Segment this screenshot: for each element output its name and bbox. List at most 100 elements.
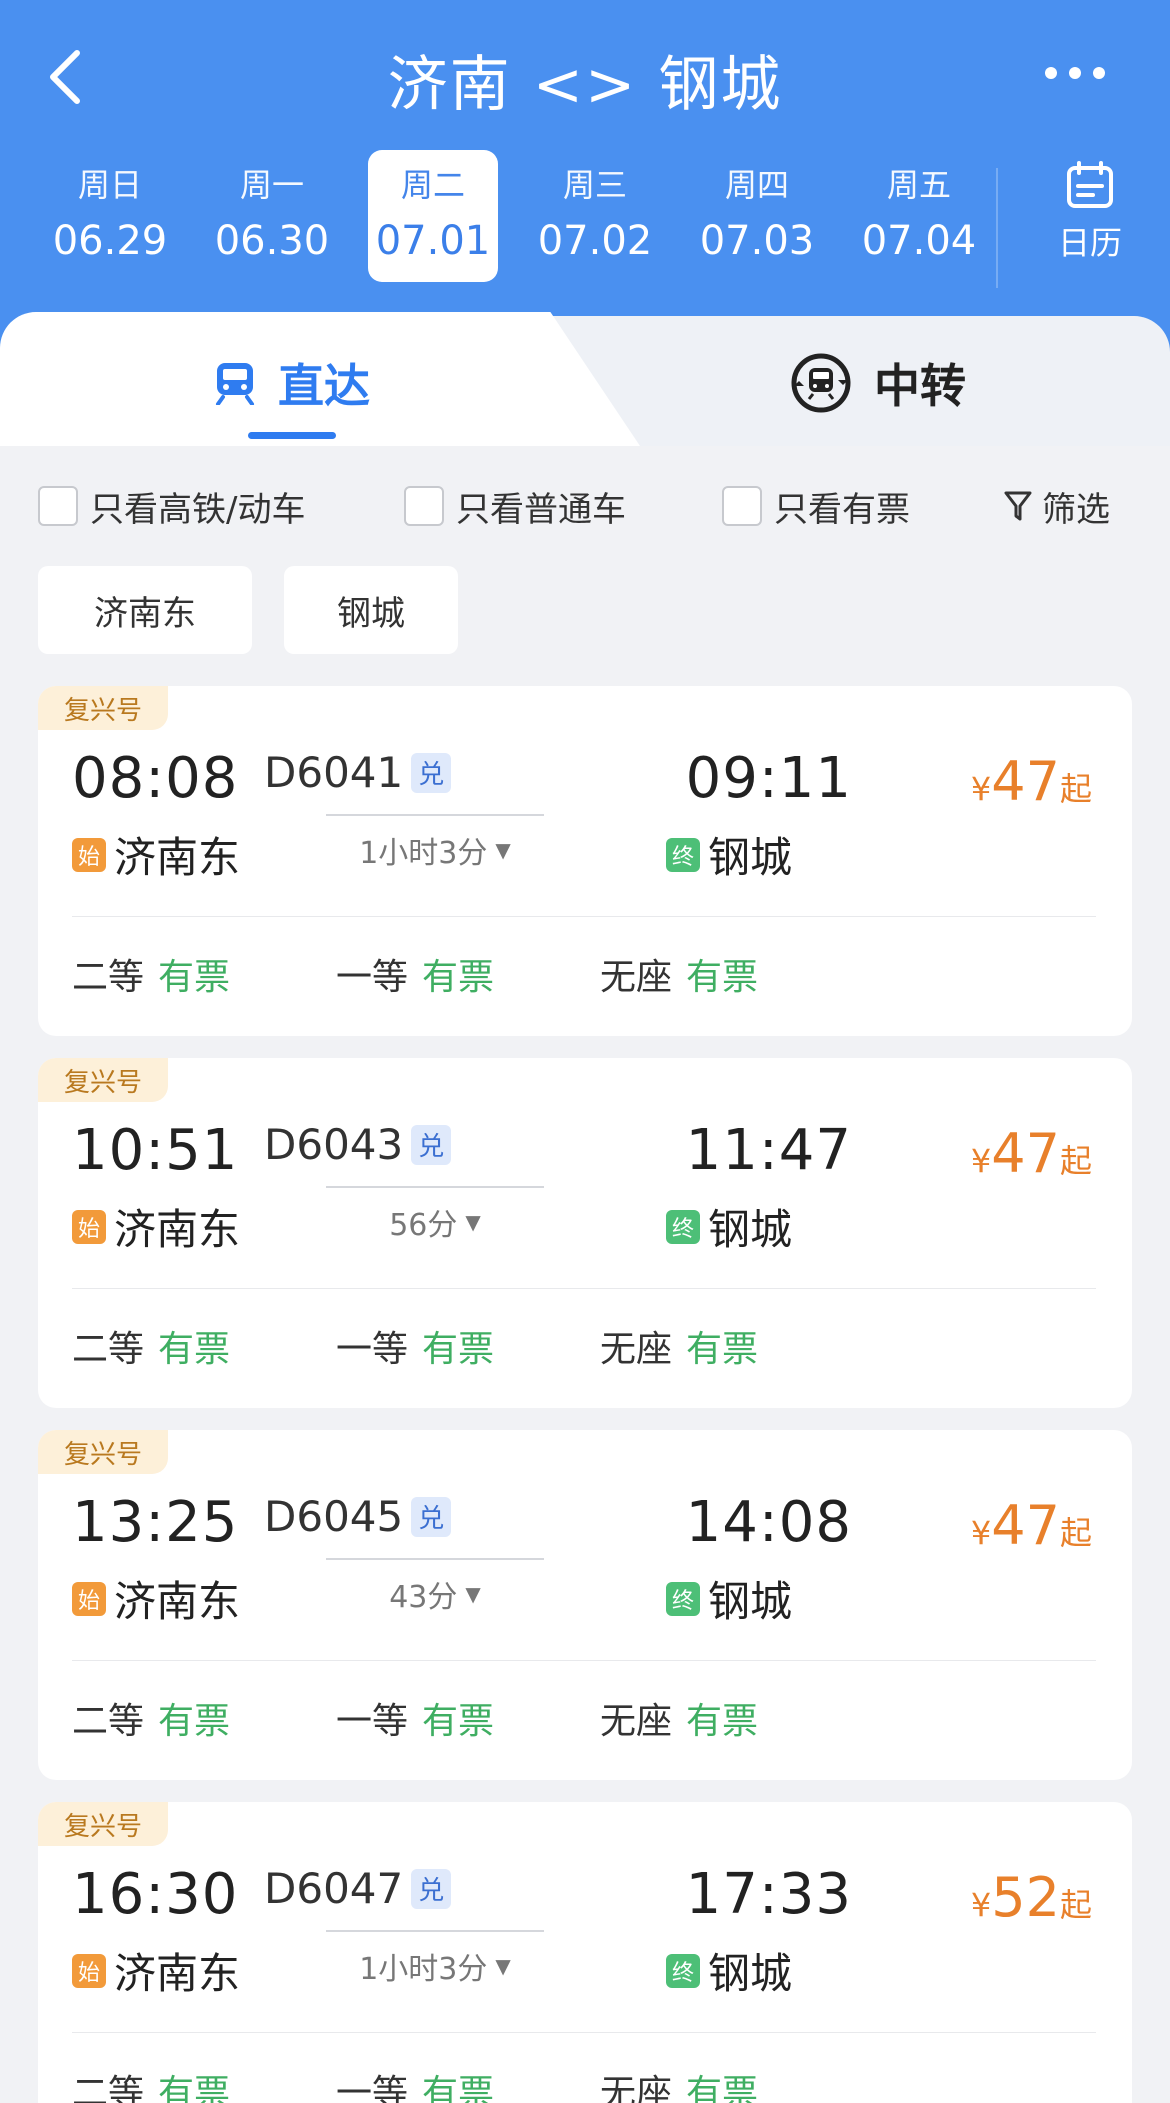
regular-only-checkbox[interactable]: 只看普通车 bbox=[404, 476, 626, 536]
seat-no-seat: 无座 有票 bbox=[600, 1329, 759, 1370]
redeem-tag: 兑 bbox=[411, 1124, 452, 1165]
checkbox-box[interactable] bbox=[38, 486, 78, 526]
duration-toggle[interactable]: 1小时3分 ▼ bbox=[326, 1944, 544, 1988]
arrival-station: 终 钢城 bbox=[666, 1940, 792, 2001]
duration-toggle[interactable]: 56分 ▼ bbox=[326, 1200, 544, 1244]
seat-no-seat: 无座 有票 bbox=[600, 2073, 759, 2103]
calendar-icon bbox=[1067, 161, 1113, 208]
departure-station: 始 济南东 bbox=[72, 1568, 240, 1629]
departure-station: 始 济南东 bbox=[72, 1196, 240, 1257]
seat-second-class: 二等 有票 bbox=[72, 1701, 231, 1742]
route-line bbox=[326, 1186, 544, 1188]
seat-second-class: 二等 有票 bbox=[72, 2073, 231, 2103]
caret-down-icon: ▼ bbox=[495, 1954, 511, 1978]
price: ¥ 47 起 bbox=[970, 1494, 1092, 1557]
header: 济南 <> 钢城 周日 06.29 周一 06.30 周二 07.01 周三 0… bbox=[0, 0, 1170, 360]
date-item[interactable]: 周四 07.03 bbox=[692, 150, 822, 282]
arrival-time: 14:08 bbox=[685, 1490, 852, 1555]
checkbox-box[interactable] bbox=[404, 486, 444, 526]
seat-first-class: 一等 有票 bbox=[336, 2073, 495, 2103]
departure-time: 13:25 bbox=[72, 1490, 239, 1555]
redeem-tag: 兑 bbox=[411, 752, 452, 793]
caret-down-icon: ▼ bbox=[495, 838, 511, 862]
seat-first-class: 一等 有票 bbox=[336, 1701, 495, 1742]
funnel-icon bbox=[1004, 490, 1032, 522]
train-number: D6043 兑 bbox=[264, 1120, 452, 1169]
date-divider bbox=[996, 168, 998, 288]
start-tag: 始 bbox=[72, 1581, 106, 1616]
checkbox-box[interactable] bbox=[722, 486, 762, 526]
train-card[interactable]: 复兴号 10:51 始 济南东 D6043 兑 56分 ▼ 11:47 终 钢城… bbox=[38, 1058, 1132, 1408]
end-tag: 终 bbox=[666, 837, 700, 872]
price: ¥ 52 起 bbox=[970, 1866, 1092, 1929]
end-tag: 终 bbox=[666, 1209, 700, 1244]
train-card[interactable]: 复兴号 08:08 始 济南东 D6041 兑 1小时3分 ▼ 09:11 终 … bbox=[38, 686, 1132, 1036]
price: ¥ 47 起 bbox=[970, 750, 1092, 813]
divider bbox=[72, 1660, 1096, 1661]
station-chip-jinandong[interactable]: 济南东 bbox=[38, 566, 252, 654]
start-tag: 始 bbox=[72, 1953, 106, 1988]
train-number: D6047 兑 bbox=[264, 1864, 452, 1913]
train-type-badge: 复兴号 bbox=[38, 1802, 168, 1846]
arrival-station: 终 钢城 bbox=[666, 824, 792, 885]
end-tag: 终 bbox=[666, 1581, 700, 1616]
station-chip-gangcheng[interactable]: 钢城 bbox=[284, 566, 458, 654]
duration-toggle[interactable]: 43分 ▼ bbox=[326, 1572, 544, 1616]
calendar-button[interactable]: 日历 bbox=[1040, 160, 1140, 270]
seat-first-class: 一等 有票 bbox=[336, 1329, 495, 1370]
caret-down-icon: ▼ bbox=[465, 1582, 481, 1606]
route-line bbox=[326, 1558, 544, 1560]
train-icon bbox=[214, 361, 256, 405]
train-card[interactable]: 复兴号 16:30 始 济南东 D6047 兑 1小时3分 ▼ 17:33 终 … bbox=[38, 1802, 1132, 2103]
filter-bar: 只看高铁/动车 只看普通车 只看有票 bbox=[0, 476, 1170, 536]
arrival-station: 终 钢城 bbox=[666, 1568, 792, 1629]
available-only-checkbox[interactable]: 只看有票 bbox=[722, 476, 910, 536]
arrival-station: 终 钢城 bbox=[666, 1196, 792, 1257]
end-tag: 终 bbox=[666, 1953, 700, 1988]
date-item-selected[interactable]: 周二 07.01 bbox=[368, 150, 498, 282]
route-line bbox=[326, 1930, 544, 1932]
seat-no-seat: 无座 有票 bbox=[600, 1701, 759, 1742]
transfer-train-icon bbox=[790, 352, 852, 414]
seat-second-class: 二等 有票 bbox=[72, 1329, 231, 1370]
duration-toggle[interactable]: 1小时3分 ▼ bbox=[326, 828, 544, 872]
start-tag: 始 bbox=[72, 837, 106, 872]
route-line bbox=[326, 814, 544, 816]
tab-direct[interactable]: 直达 bbox=[214, 348, 370, 418]
train-number: D6041 兑 bbox=[264, 748, 452, 797]
price: ¥ 47 起 bbox=[970, 1122, 1092, 1185]
train-card[interactable]: 复兴号 13:25 始 济南东 D6045 兑 43分 ▼ 14:08 终 钢城… bbox=[38, 1430, 1132, 1780]
departure-time: 08:08 bbox=[72, 746, 239, 811]
divider bbox=[72, 1288, 1096, 1289]
page-title: 济南 <> 钢城 bbox=[387, 50, 783, 120]
start-tag: 始 bbox=[72, 1209, 106, 1244]
seat-second-class: 二等 有票 bbox=[72, 957, 231, 998]
redeem-tag: 兑 bbox=[411, 1868, 452, 1909]
seat-first-class: 一等 有票 bbox=[336, 957, 495, 998]
departure-time: 10:51 bbox=[72, 1118, 239, 1183]
departure-station: 始 济南东 bbox=[72, 1940, 240, 2001]
redeem-tag: 兑 bbox=[411, 1496, 452, 1537]
date-item[interactable]: 周一 06.30 bbox=[207, 150, 337, 282]
train-type-badge: 复兴号 bbox=[38, 1430, 168, 1474]
tab-transfer[interactable]: 中转 bbox=[790, 348, 966, 418]
more-button[interactable] bbox=[1040, 58, 1110, 88]
caret-down-icon: ▼ bbox=[465, 1210, 481, 1234]
train-type-badge: 复兴号 bbox=[38, 1058, 168, 1102]
tab-underline bbox=[248, 432, 336, 439]
date-item[interactable]: 周日 06.29 bbox=[45, 150, 175, 282]
divider bbox=[72, 916, 1096, 917]
arrival-time: 17:33 bbox=[685, 1862, 852, 1927]
train-type-badge: 复兴号 bbox=[38, 686, 168, 730]
train-number: D6045 兑 bbox=[264, 1492, 452, 1541]
divider bbox=[72, 2032, 1096, 2033]
more-dots-icon bbox=[1045, 67, 1105, 79]
seat-no-seat: 无座 有票 bbox=[600, 957, 759, 998]
date-item[interactable]: 周五 07.04 bbox=[854, 150, 984, 282]
date-selector: 周日 06.29 周一 06.30 周二 07.01 周三 07.02 周四 0… bbox=[0, 150, 1170, 282]
filter-button[interactable]: 筛选 bbox=[1004, 476, 1110, 536]
high-speed-only-checkbox[interactable]: 只看高铁/动车 bbox=[38, 476, 305, 536]
arrival-time: 09:11 bbox=[685, 746, 852, 811]
departure-time: 16:30 bbox=[72, 1862, 239, 1927]
date-item[interactable]: 周三 07.02 bbox=[530, 150, 660, 282]
